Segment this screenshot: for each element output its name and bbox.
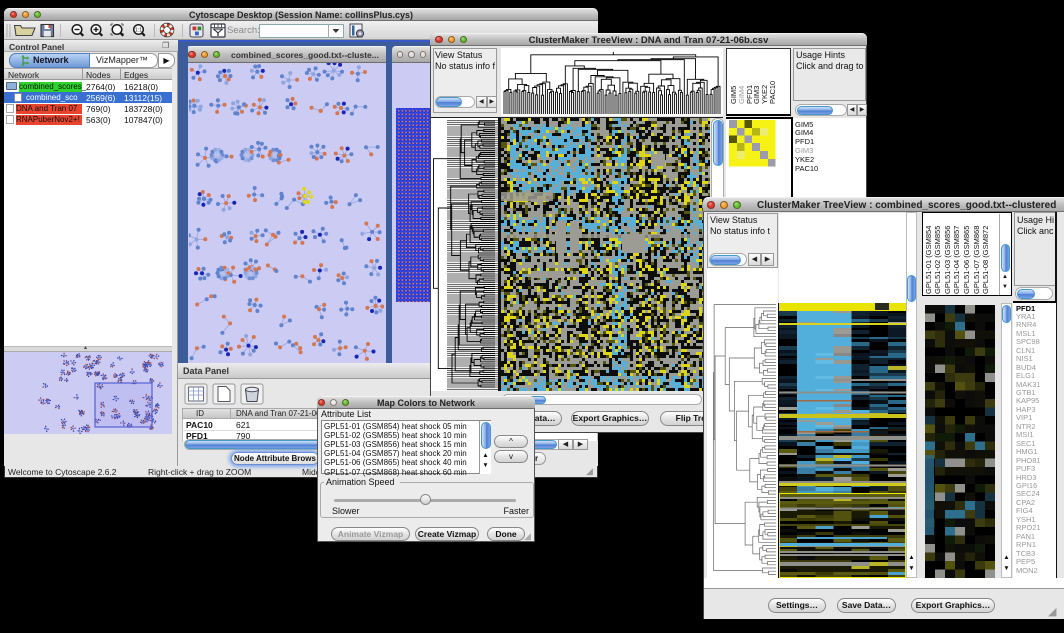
svg-text:1:1: 1:1 — [135, 28, 142, 34]
